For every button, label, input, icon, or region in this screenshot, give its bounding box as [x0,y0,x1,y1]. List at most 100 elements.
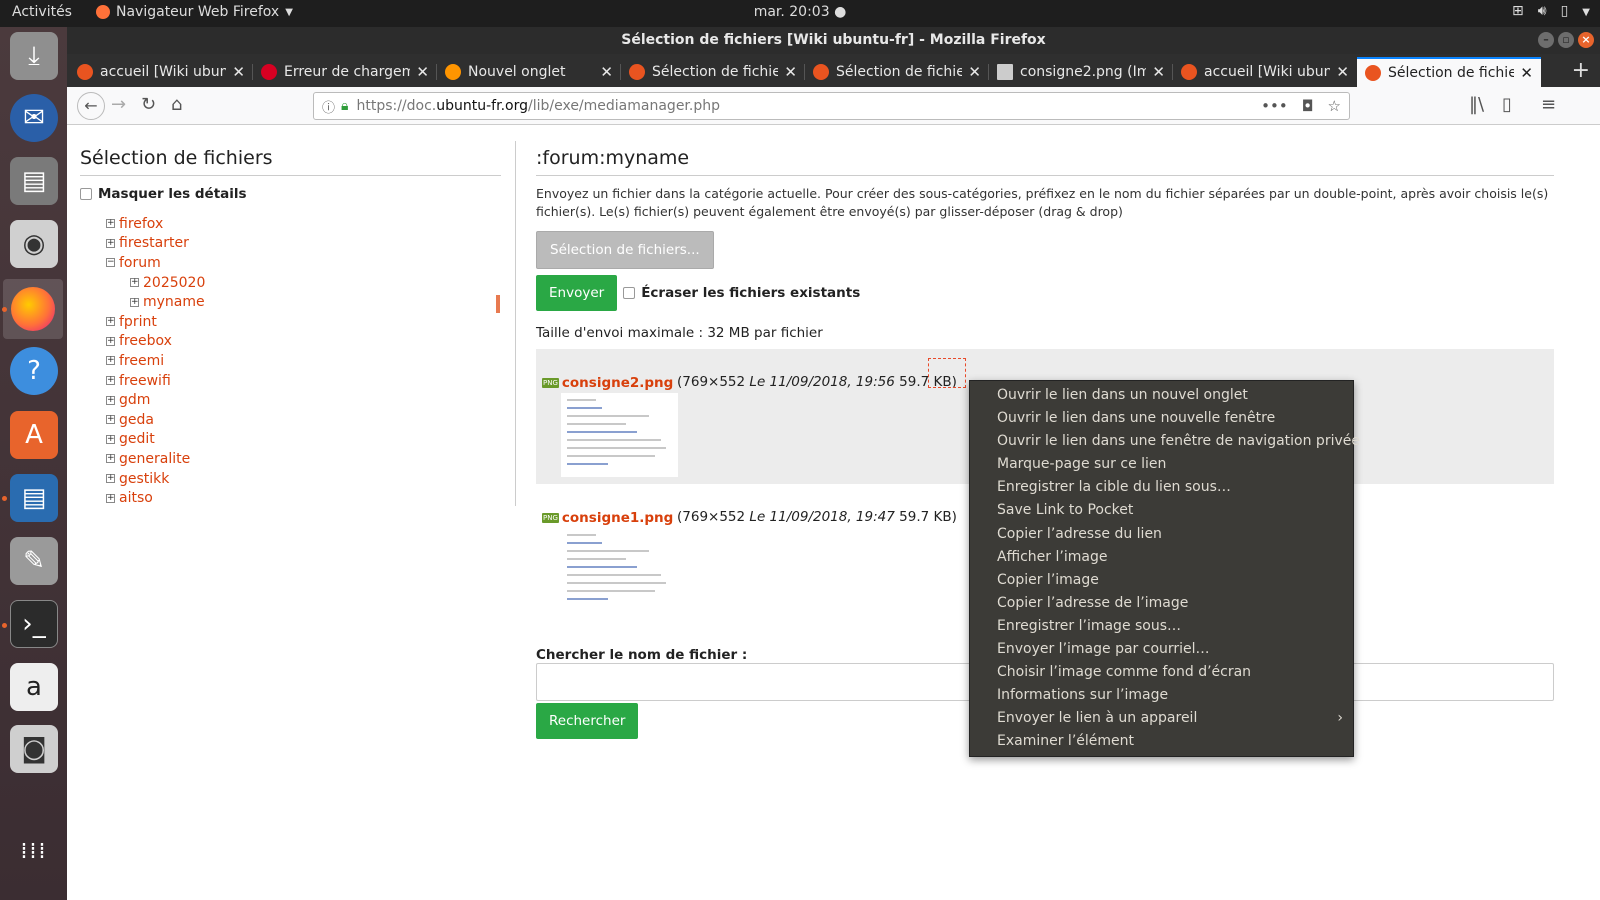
close-tab-icon[interactable]: ✕ [968,63,981,81]
window-titlebar[interactable]: Sélection de fichiers [Wiki ubuntu-fr] -… [67,27,1600,54]
sidebar-icon[interactable]: ▯ [1502,94,1512,115]
close-icon[interactable]: × [1578,32,1594,48]
camera-icon[interactable]: ◙ [10,725,58,773]
close-tab-icon[interactable]: ✕ [1520,64,1533,82]
close-tab-icon[interactable]: ✕ [1152,63,1165,81]
expand-icon[interactable]: + [106,336,115,346]
expand-icon[interactable]: + [130,297,139,307]
send-button[interactable]: Envoyer [536,275,618,311]
close-tab-icon[interactable]: ✕ [1336,63,1349,81]
context-menu-item[interactable]: Ouvrir le lien dans un nouvel onglet [970,384,1353,407]
terminal-icon[interactable]: ›_ [10,600,58,648]
close-tab-icon[interactable]: ✕ [600,63,613,81]
lock-icon[interactable]: 🔒︎ [341,98,348,114]
firefox-launcher-icon[interactable] [3,279,63,339]
expand-icon[interactable]: + [106,415,115,425]
hamburger-menu-icon[interactable]: ≡ [1541,94,1556,115]
expand-icon[interactable]: + [106,219,115,229]
amazon-icon[interactable]: a [10,663,58,711]
close-tab-icon[interactable]: ✕ [232,63,245,81]
tree-item[interactable]: + aitso [106,488,501,508]
writer-icon[interactable]: ▤ [10,474,58,522]
overwrite-checkbox[interactable] [623,287,636,299]
rhythmbox-icon[interactable]: ◉ [10,220,58,268]
expand-icon[interactable]: + [106,434,115,444]
expand-icon[interactable]: + [106,454,115,464]
library-icon[interactable]: ‖\ [1469,94,1484,115]
tab[interactable]: accueil [Wiki ubuntu ✕ [1173,57,1357,87]
context-menu-item[interactable]: Copier l’image [970,569,1353,592]
url-bar[interactable]: ⓘ 🔒︎ https://doc. ubuntu-fr.org/lib/exe/m… [313,92,1350,120]
settings-icon[interactable]: ✎ [10,537,58,585]
context-menu-item[interactable]: Ouvrir le lien dans une fenêtre de navig… [970,430,1360,453]
expand-icon[interactable]: + [106,238,115,248]
expand-icon[interactable]: + [130,278,139,288]
expand-icon[interactable]: + [106,395,115,405]
page-actions-icon[interactable]: ••• [1261,97,1288,115]
file-thumbnail[interactable] [561,393,678,477]
expand-icon[interactable]: + [106,376,115,386]
volume-icon[interactable]: 🔊︎ [1538,3,1547,23]
expand-icon[interactable]: + [106,474,115,484]
context-menu-item[interactable]: Enregistrer l’image sous… [970,615,1353,638]
hide-details-checkbox[interactable] [80,188,92,200]
tree-item[interactable]: + gdm [106,390,501,410]
tree-item[interactable]: + firestarter [106,234,501,254]
context-menu-item[interactable]: Informations sur l’image [970,684,1353,707]
context-menu-item[interactable]: Envoyer l’image par courriel… [970,638,1353,661]
tree-item[interactable]: − forum [106,253,501,273]
tree-item[interactable]: + myname [106,292,501,312]
back-icon[interactable]: ← [77,92,105,120]
install-ubuntu-icon[interactable]: ⤓ [10,32,58,80]
thunderbird-icon[interactable]: ✉ [10,94,58,142]
tree-item[interactable]: +2025020 [106,273,501,293]
close-tab-icon[interactable]: ✕ [784,63,797,81]
tree-item[interactable]: + gedit [106,430,501,450]
file-name-link[interactable]: PNG consigne2.png [542,375,673,391]
expand-icon[interactable]: + [106,317,115,327]
minimize-icon[interactable]: – [1538,32,1554,48]
home-icon[interactable]: ⌂ [171,94,182,115]
close-tab-icon[interactable]: ✕ [416,63,429,81]
tree-item[interactable]: + firefox [106,214,501,234]
software-center-icon[interactable]: A [10,411,58,459]
context-menu-item[interactable]: Marque-page sur ce lien [970,453,1353,476]
reload-icon[interactable]: ↻ [141,94,156,115]
scrollbar-thumb[interactable] [496,295,500,313]
expand-icon[interactable]: + [106,356,115,366]
tree-item[interactable]: + generalite [106,449,501,469]
collapse-icon[interactable]: − [106,258,115,268]
context-menu-item[interactable]: Copier l’adresse du lien [970,523,1353,546]
tab[interactable]: Sélection de fichier ✕ [621,57,805,87]
tab[interactable]: Nouvel onglet ✕ [437,57,621,87]
tree-item[interactable]: + geda [106,410,501,430]
tab[interactable]: consigne2.png (Ima ✕ [989,57,1173,87]
tree-item[interactable]: + gestikk [106,469,501,489]
forward-icon[interactable]: → [111,94,126,115]
tab[interactable]: accueil [Wiki ubuntu ✕ [69,57,253,87]
tab-selected[interactable]: Sélection de fichier ✕ [1357,57,1541,87]
expand-icon[interactable]: + [106,493,115,503]
context-menu-item[interactable]: Envoyer le lien à un appareil › [970,707,1353,730]
battery-icon[interactable]: ▯ [1561,3,1569,23]
file-thumbnail[interactable] [561,528,678,608]
clock[interactable]: mar. 20:03 [754,4,830,20]
files-icon[interactable]: ▤ [10,157,58,205]
help-icon[interactable]: ? [10,347,58,395]
network-icon[interactable]: ⊞ [1512,3,1524,23]
chevron-down-icon[interactable]: ▼ [1582,3,1590,23]
file-name-link[interactable]: PNG consigne1.png [542,510,673,526]
search-button[interactable]: Rechercher [536,703,639,739]
show-apps-icon[interactable]: ⁞⁞⁞ [10,827,58,875]
maximize-icon[interactable]: ▫ [1558,32,1574,48]
context-menu-item[interactable]: Choisir l’image comme fond d’écran [970,661,1353,684]
new-tab-icon[interactable]: + [1572,58,1590,83]
tree-item[interactable]: + freemi [106,351,501,371]
insert-link-icon[interactable] [928,358,966,388]
tree-item[interactable]: + fprint [106,312,501,332]
hide-details-option[interactable]: Masquer les détails [80,186,501,202]
context-menu-item[interactable]: Enregistrer la cible du lien sous… [970,476,1353,499]
context-menu-item[interactable]: Examiner l’élément [970,730,1353,753]
context-menu-item[interactable]: Afficher l’image [970,546,1353,569]
tree-item[interactable]: + freewifi [106,371,501,391]
